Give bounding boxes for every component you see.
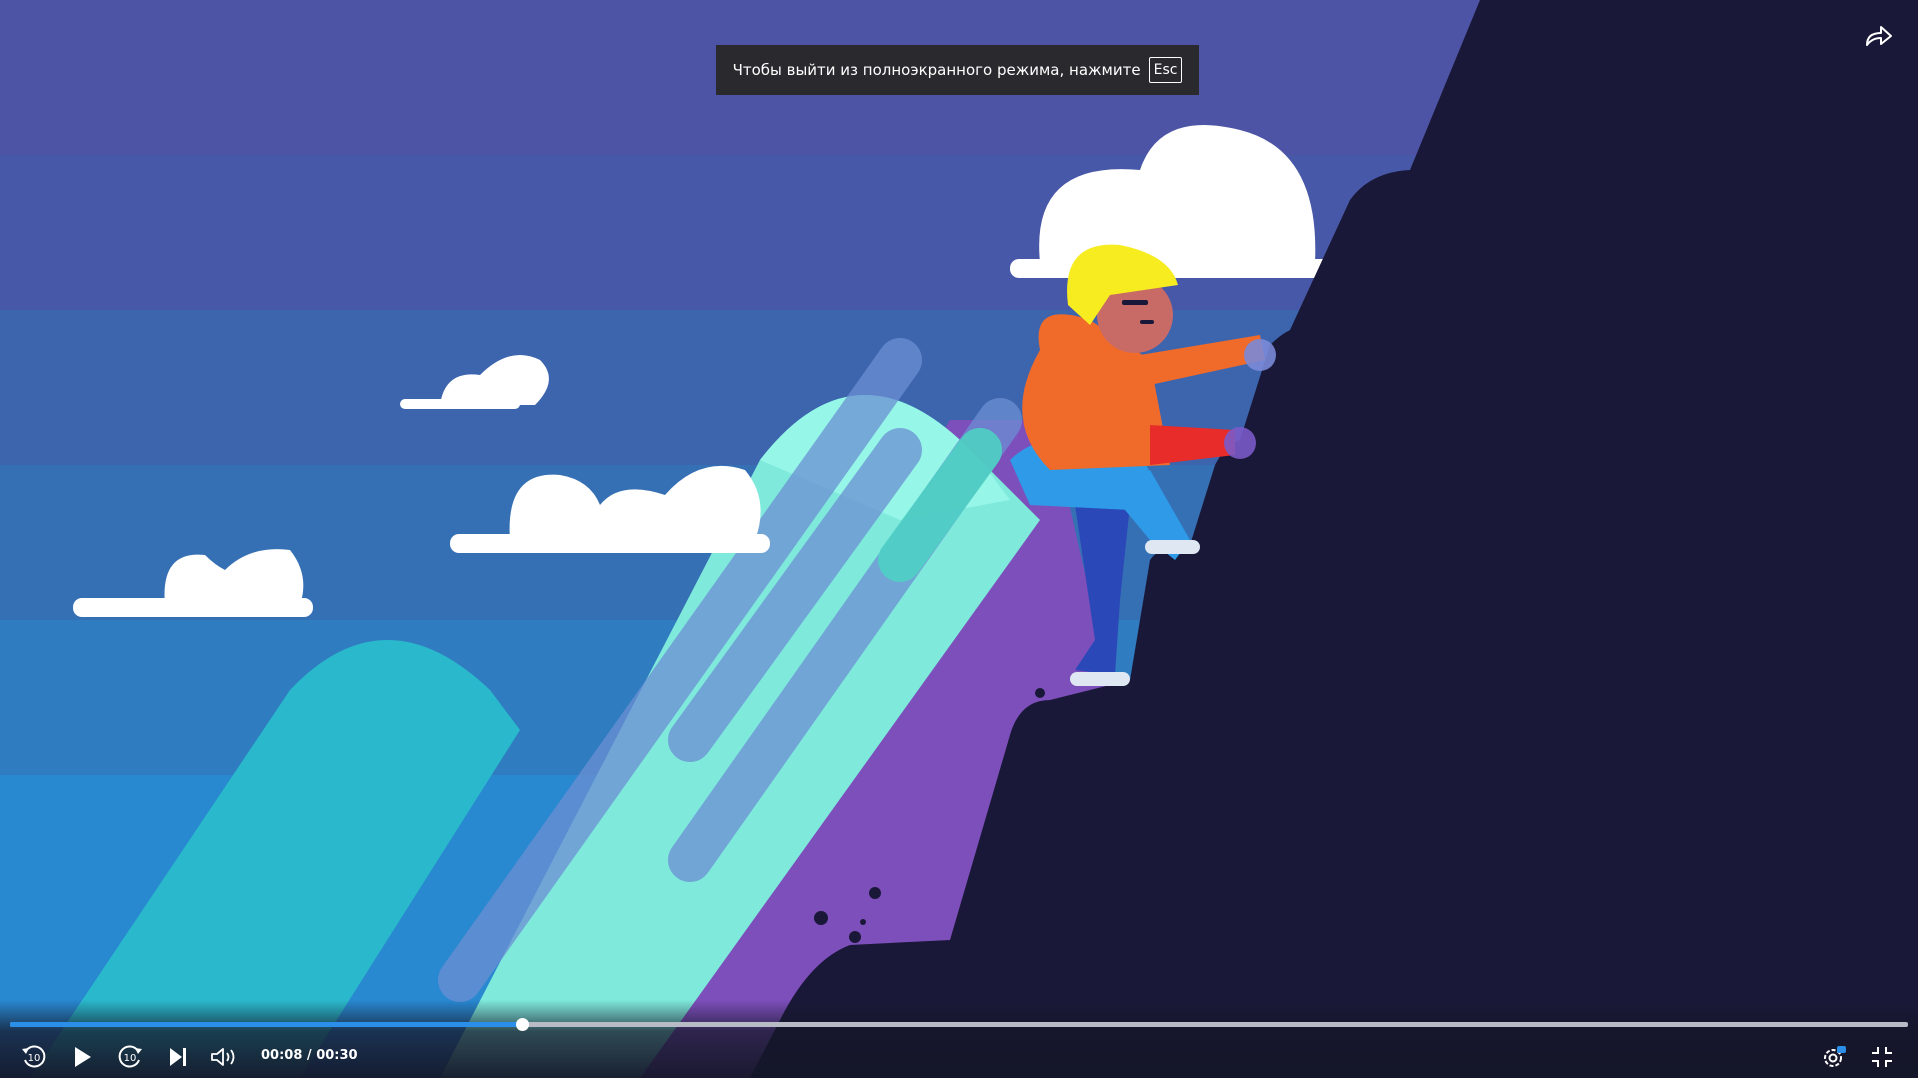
- forward-10-label: 10: [124, 1053, 137, 1064]
- forward-10-button[interactable]: 10: [112, 1040, 148, 1074]
- play-icon: [75, 1047, 91, 1067]
- video-frame: [0, 0, 1918, 1078]
- fullscreen-exit-notification: Чтобы выйти из полноэкранного режима, на…: [716, 45, 1199, 95]
- player-controls: [0, 1000, 1918, 1078]
- play-button[interactable]: [64, 1040, 100, 1074]
- time-separator: /: [306, 1048, 312, 1063]
- progress-bar[interactable]: [10, 1018, 1908, 1031]
- exit-fullscreen-icon: [1872, 1047, 1892, 1067]
- settings-gear-icon: [1824, 1046, 1846, 1067]
- skip-next-button[interactable]: [160, 1040, 196, 1074]
- duration: 00:30: [316, 1048, 358, 1063]
- share-button[interactable]: [1855, 16, 1903, 56]
- notification-text: Чтобы выйти из полноэкранного режима, на…: [732, 61, 1141, 79]
- volume-icon: [211, 1048, 235, 1066]
- rewind-10-label: 10: [28, 1053, 41, 1064]
- skip-next-icon: [170, 1048, 186, 1066]
- current-time: 00:08: [261, 1048, 303, 1063]
- rewind-10-icon: 10: [22, 1045, 46, 1068]
- share-icon: [1866, 26, 1892, 46]
- rewind-10-button[interactable]: 10: [16, 1040, 52, 1074]
- settings-button[interactable]: [1816, 1040, 1852, 1074]
- video-player[interactable]: Чтобы выйти из полноэкранного режима, на…: [0, 0, 1918, 1078]
- forward-10-icon: 10: [118, 1045, 142, 1068]
- progress-fill: [10, 1022, 523, 1027]
- esc-key-label: Esc: [1148, 57, 1183, 83]
- exit-fullscreen-button[interactable]: [1864, 1040, 1900, 1074]
- time-display: 00:08 / 00:30: [261, 1048, 358, 1063]
- volume-button[interactable]: [207, 1040, 243, 1074]
